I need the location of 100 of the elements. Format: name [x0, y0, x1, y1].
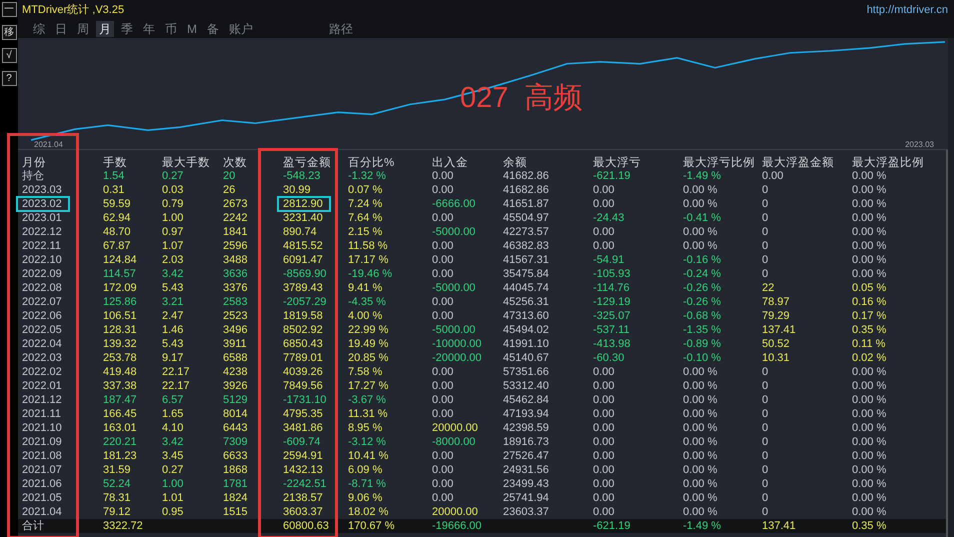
- table-cell-text: 41567.31: [502, 254, 549, 266]
- table-cell-text: 0: [761, 478, 768, 490]
- table-cell-text: -1.32 %: [347, 170, 386, 182]
- period-tab[interactable]: 季: [118, 20, 136, 36]
- table-cell-text: 0: [761, 240, 768, 252]
- column-header: 最大手数: [161, 155, 211, 170]
- table-cell-text: 59.59: [102, 198, 131, 210]
- table-cell-text: 3.21: [161, 296, 184, 308]
- month-cell-text: 2021.06: [21, 478, 62, 490]
- period-tab[interactable]: 年: [140, 20, 158, 36]
- table-cell-text: 0: [761, 380, 768, 392]
- table-cell-text: 0.00: [592, 184, 614, 196]
- table-cell-text: 0.00: [592, 198, 614, 210]
- table-cell-text: -609.74: [282, 436, 320, 448]
- table-cell-text: 7.58 %: [347, 366, 382, 378]
- period-tab[interactable]: 备: [204, 20, 222, 36]
- table-cell-text: 4.10: [161, 422, 184, 434]
- period-tab[interactable]: 日: [52, 20, 70, 36]
- table-cell-text: 42273.57: [502, 226, 549, 238]
- table-cell-text: 3911: [222, 338, 247, 350]
- table-cell-text: -325.07: [592, 310, 630, 322]
- table-cell-text: 2.47: [161, 310, 184, 322]
- table-cell-text: 0.00: [592, 478, 614, 490]
- table-cell-text: 11.58 %: [347, 240, 388, 252]
- table-cell-text: 26: [222, 184, 236, 196]
- table-cell-text: 0.00 %: [682, 366, 718, 378]
- table-cell-text: 0.00 %: [851, 184, 886, 196]
- table-cell-text: 4039.26: [282, 366, 323, 378]
- table-cell-text: 6588: [222, 352, 248, 364]
- table-cell-text: 0.95: [161, 506, 184, 518]
- table-cell-text: 0.00 %: [851, 492, 886, 504]
- table-cell-text: 27526.47: [502, 450, 549, 462]
- toolbar-button[interactable]: 移: [2, 25, 16, 40]
- month-cell-text: 2022.10: [21, 254, 62, 266]
- table-cell-text: -0.41 %: [682, 212, 721, 224]
- period-tab[interactable]: 周: [74, 20, 92, 36]
- table-cell-text: -19666.00: [431, 520, 482, 532]
- table-cell-text: 48.70: [102, 226, 131, 238]
- table-cell-text: 57351.66: [502, 366, 549, 378]
- table-cell-text: 106.51: [102, 310, 137, 322]
- month-cell-text: 2022.02: [21, 366, 62, 378]
- table-cell-text: -413.98: [592, 338, 630, 350]
- table-cell-text: 42398.59: [502, 422, 549, 434]
- month-cell-text: 2021.11: [21, 408, 61, 420]
- period-tab[interactable]: M: [184, 20, 200, 36]
- table-cell-text: 79.29: [761, 310, 790, 322]
- toolbar-button[interactable]: 一: [2, 2, 16, 17]
- table-cell-text: 0.00: [431, 184, 454, 196]
- period-tab[interactable]: 综: [30, 20, 48, 36]
- toolbar-button[interactable]: ?: [2, 71, 16, 86]
- table-cell-text: -621.19: [592, 170, 630, 182]
- table-cell-text: 31.59: [102, 464, 131, 476]
- table-cell-text: 41991.10: [502, 338, 549, 350]
- table-cell-text: 0.00: [761, 170, 784, 182]
- table-cell-text: 137.41: [761, 324, 796, 336]
- path-tab[interactable]: 路径: [326, 20, 356, 36]
- table-cell-text: 3.42: [161, 436, 184, 448]
- table-cell-text: -60.30: [592, 352, 624, 364]
- table-cell-text: 47313.60: [502, 310, 549, 322]
- table-cell-text: 0: [761, 226, 768, 238]
- website-link[interactable]: http://mtdriver.cn: [866, 4, 948, 16]
- table-cell-text: -3.67 %: [347, 394, 386, 406]
- table-cell-text: 0.35 %: [851, 324, 886, 336]
- table-cell-text: -0.16 %: [682, 254, 721, 266]
- table-cell-text: -1.49 %: [682, 170, 721, 182]
- table-cell-text: 0.00: [592, 366, 614, 378]
- table-cell-text: 52.24: [102, 478, 131, 490]
- table-cell-text: 0.00: [592, 450, 614, 462]
- table-cell-text: 3481.86: [282, 422, 323, 434]
- table-cell-text: 220.21: [102, 436, 137, 448]
- table-cell-text: 0.00: [431, 268, 454, 280]
- table-cell-text: 7849.56: [282, 380, 323, 392]
- table-cell-text: -0.26 %: [682, 282, 721, 294]
- table-cell-text: 7309: [222, 436, 248, 448]
- period-tab[interactable]: 月: [96, 20, 114, 36]
- table-cell-text: 50.52: [761, 338, 790, 350]
- period-tab[interactable]: 币: [162, 20, 180, 36]
- table-cell-text: 22.17: [161, 380, 190, 392]
- table-cell-text: 0.00 %: [851, 478, 886, 490]
- table-cell-text: 1.65: [161, 408, 184, 420]
- period-tab[interactable]: 账户: [226, 20, 256, 36]
- table-cell-text: 1.00: [161, 478, 184, 490]
- table-cell-text: 0.03: [161, 184, 184, 196]
- table-cell-text: 0.00: [431, 478, 454, 490]
- table-cell-text: -2057.29: [282, 296, 326, 308]
- toolbar-button[interactable]: √: [2, 48, 16, 63]
- table-cell-text: 187.47: [102, 394, 137, 406]
- table-cell-text: 0.00 %: [682, 422, 718, 434]
- table-cell-text: 5129: [222, 394, 248, 406]
- month-cell-text: 2022.12: [21, 226, 62, 238]
- table-cell-text: 41682.86: [502, 170, 549, 182]
- table-cell-text: 3636: [222, 268, 248, 280]
- table-cell-text: 0.00 %: [682, 394, 718, 406]
- column-header: 最大浮盈金额: [761, 156, 835, 170]
- table-cell-text: 2596: [222, 240, 248, 252]
- table-cell-text: 0.11 %: [851, 338, 886, 350]
- month-cell-text: 2021.09: [21, 436, 62, 448]
- table-cell-text: 3.42: [161, 268, 184, 280]
- table-cell-text: 0.27: [161, 170, 184, 182]
- table-cell-text: 0.00: [592, 464, 614, 476]
